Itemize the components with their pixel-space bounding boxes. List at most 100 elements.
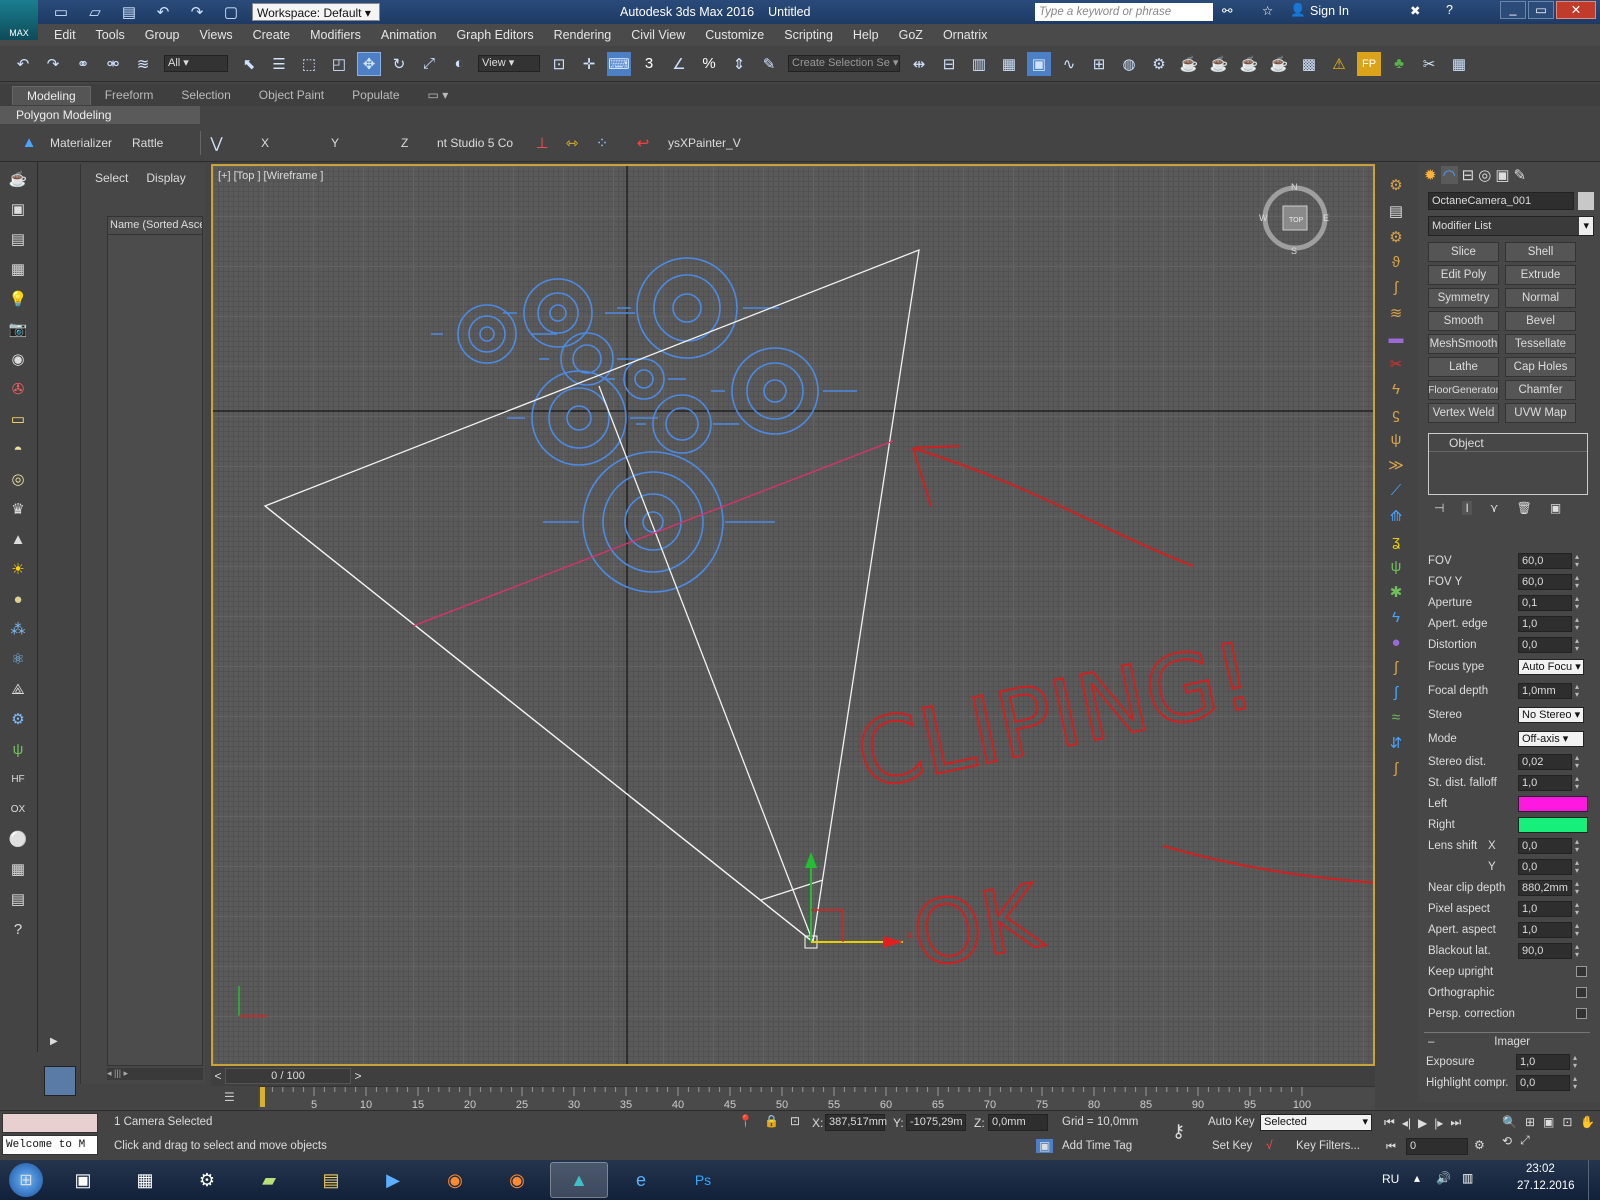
current-frame-field[interactable]: 0	[1406, 1138, 1468, 1155]
modifier-bevel-button[interactable]: Bevel	[1505, 311, 1576, 331]
display-tab-icon[interactable]: ▣	[1495, 166, 1509, 184]
workspace-dropdown[interactable]: Workspace: Default ▾	[252, 3, 380, 21]
layer-manager-icon[interactable]: ▥	[967, 52, 991, 76]
stack-item-object[interactable]: Object	[1429, 434, 1587, 452]
speaker-icon[interactable]: ◉	[4, 346, 32, 372]
taskbar-gear-app[interactable]: ⚙	[178, 1162, 236, 1198]
hair-mesh-icon[interactable]: ●	[1391, 634, 1400, 651]
stereo-dist-field[interactable]: 0,02	[1518, 753, 1572, 770]
zoom-extents-all-icon[interactable]: ⊡	[1562, 1115, 1572, 1129]
show-desktop-button[interactable]	[1588, 1160, 1600, 1200]
camera-icon[interactable]: 📷	[4, 316, 32, 342]
focal-depth-field[interactable]: 1,0mm	[1518, 683, 1572, 699]
mirror-icon[interactable]: ⇹	[907, 52, 931, 76]
pyramid-icon[interactable]: ⟁	[4, 676, 32, 702]
scene-explorer-expand-icon[interactable]: ▶	[50, 1036, 58, 1047]
light-bulb-icon[interactable]: 💡	[4, 286, 32, 312]
spinner-icon[interactable]: ▴ ▾	[1572, 900, 1582, 917]
move-gizmo[interactable]: x	[805, 852, 912, 948]
orthographic-checkbox[interactable]	[1576, 987, 1587, 998]
undo-icon[interactable]: ↶	[11, 52, 35, 76]
menu-scripting[interactable]: Scripting	[774, 28, 843, 42]
menu-tools[interactable]: Tools	[86, 28, 135, 42]
chevron-down-icon[interactable]: ⋁	[200, 130, 224, 155]
align-icon[interactable]: ⊟	[937, 52, 961, 76]
sphere-icon[interactable]: ●	[4, 586, 32, 612]
set-key-button[interactable]: Set Key	[1212, 1140, 1252, 1152]
menu-ornatrix[interactable]: Ornatrix	[933, 28, 997, 42]
material-editor-icon[interactable]: ◍	[1117, 52, 1141, 76]
tab-selection[interactable]: Selection	[167, 86, 244, 104]
render-setup-icon[interactable]: ⚙	[1147, 52, 1171, 76]
auto-key-button[interactable]: Auto Key	[1208, 1116, 1255, 1128]
coord-y-field[interactable]: -1075,29m	[906, 1114, 966, 1131]
right-color-swatch[interactable]	[1518, 816, 1588, 833]
previous-frame-icon[interactable]: ◂|	[1402, 1116, 1411, 1130]
selection-filter-dropdown[interactable]: All ▾	[164, 55, 228, 72]
rattle-button[interactable]: Rattle	[132, 136, 188, 150]
menu-goz[interactable]: GoZ	[889, 28, 933, 42]
measure-icon[interactable]: ⇿	[560, 131, 584, 155]
exchange-icon[interactable]: ✖	[1410, 3, 1420, 18]
select-move-icon[interactable]: ✥	[357, 51, 381, 76]
modifier-smooth-button[interactable]: Smooth	[1428, 311, 1499, 331]
schematic-view-icon[interactable]: ⊞	[1087, 52, 1111, 76]
modifier-uvw-map-button[interactable]: UVW Map	[1505, 403, 1576, 423]
help-circle-icon[interactable]: ?	[4, 916, 32, 942]
hierarchy-tab-icon[interactable]: ⊟	[1462, 166, 1475, 184]
network-icon[interactable]: ▥	[1462, 1171, 1473, 1185]
star-icon[interactable]: ☆	[1262, 3, 1273, 18]
scene-explorer-tab-display[interactable]: Display	[146, 171, 185, 185]
st-dist-falloff-field[interactable]: 1,0	[1518, 774, 1572, 791]
taskbar-photoshop[interactable]: Ps	[674, 1162, 732, 1198]
param-fov-y-field[interactable]: 60,0	[1518, 573, 1572, 590]
taskbar-internet-explorer[interactable]: e	[612, 1162, 670, 1198]
orbit-icon[interactable]: ⟲	[1502, 1134, 1512, 1148]
sun-icon[interactable]: ☀	[4, 556, 32, 582]
near-clip-depth-field[interactable]: 880,2mm	[1518, 879, 1572, 896]
window-crossing-icon[interactable]: ◰	[327, 52, 351, 76]
manipulate-icon[interactable]: ✛	[577, 52, 601, 76]
z-button[interactable]: Z	[401, 136, 437, 150]
bind-spacewarp-icon[interactable]: ≋	[131, 52, 155, 76]
ring-icon[interactable]: ◎	[4, 466, 32, 492]
selection-set-keys-dropdown[interactable]: Selected ▾	[1260, 1114, 1372, 1131]
make-unique-icon[interactable]: ⋎	[1490, 501, 1499, 515]
edit-named-selection-icon[interactable]: ✎	[757, 52, 781, 76]
hair-render-icon[interactable]: ʃ	[1394, 659, 1397, 676]
mini-curve-editor-icon[interactable]: ☰	[224, 1090, 235, 1104]
reference-coordinate-dropdown[interactable]: View ▾	[478, 55, 540, 72]
focus-type-dropdown[interactable]: Auto Focu ▾	[1518, 659, 1584, 675]
spinner-icon[interactable]: ▴ ▾	[1572, 683, 1582, 699]
maxscript-input[interactable]: Welcome to M	[2, 1135, 98, 1155]
spinner-icon[interactable]: ▴ ▾	[1572, 774, 1582, 791]
hair-dynamics-icon[interactable]: ✱	[1390, 583, 1403, 601]
language-indicator[interactable]: RU	[1382, 1172, 1399, 1186]
scene-explorer-icon[interactable]: ▦	[997, 52, 1021, 76]
hair-guides-icon-2[interactable]: ⟰	[1390, 507, 1403, 525]
taskbar-screenshot-app[interactable]: ◉	[426, 1162, 484, 1198]
select-by-name-icon[interactable]: ☰	[267, 52, 291, 76]
spinner-icon[interactable]: ▴ ▾	[1572, 921, 1582, 938]
warning-icon[interactable]: ⚠	[1327, 52, 1351, 76]
plane-icon[interactable]: ▭	[4, 406, 32, 432]
close-button[interactable]: ✕	[1556, 1, 1596, 19]
spinner-icon[interactable]: ▴ ▾	[1572, 636, 1582, 653]
stereo-dropdown[interactable]: No Stereo ▾	[1518, 707, 1584, 723]
modifier-extrude-button[interactable]: Extrude	[1505, 265, 1576, 285]
tab-modeling[interactable]: Modeling	[12, 85, 91, 105]
select-rotate-icon[interactable]: ↻	[387, 52, 411, 76]
hair-export-icon[interactable]: ⇵	[1390, 734, 1403, 752]
menu-civil-view[interactable]: Civil View	[621, 28, 695, 42]
zoom-icon[interactable]: 🔍	[1502, 1115, 1517, 1129]
keyboard-shortcut-icon[interactable]: ⌨	[607, 51, 631, 76]
modifier-edit-poly-button[interactable]: Edit Poly	[1428, 265, 1499, 285]
materializer-icon[interactable]: ▲	[17, 131, 41, 155]
sign-in-button[interactable]: Sign In	[1310, 4, 1349, 18]
return-arrow-icon[interactable]: ↩	[631, 131, 655, 155]
render-frame-icon[interactable]: ▣	[4, 196, 32, 222]
taskbar-media-player[interactable]: ▶	[364, 1162, 422, 1198]
add-time-tag-button[interactable]: Add Time Tag	[1062, 1140, 1132, 1152]
key-filters-button[interactable]: Key Filters...	[1296, 1140, 1360, 1152]
curve-icon[interactable]: √	[1266, 1138, 1273, 1152]
